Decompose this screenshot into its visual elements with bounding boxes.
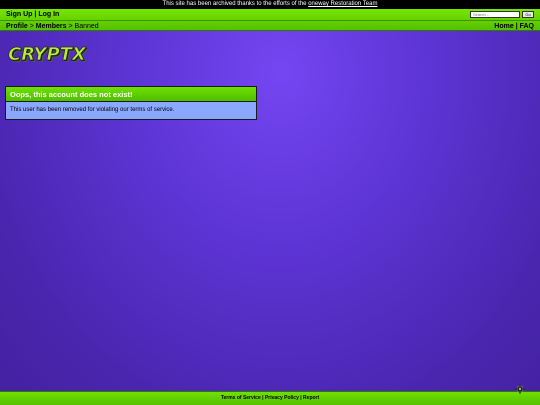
site-links: Home | FAQ xyxy=(494,21,534,32)
privacy-link[interactable]: Privacy Policy xyxy=(265,395,299,401)
separator: | xyxy=(262,395,264,401)
site-logo[interactable]: CRYPTX xyxy=(8,44,87,66)
gear-icon[interactable] xyxy=(515,384,525,394)
archive-notice-text: This site has been archived thanks to th… xyxy=(162,1,309,7)
footer: Terms of Service | Privacy Policy | Repo… xyxy=(0,391,540,405)
separator: | xyxy=(300,395,302,401)
account-links: Sign Up | Log In xyxy=(6,9,59,20)
separator: | xyxy=(34,11,37,18)
breadcrumb: Profile > Members > Banned xyxy=(6,21,99,32)
login-link[interactable]: Log In xyxy=(38,11,59,18)
error-panel: Oops, this account does not exist! This … xyxy=(5,86,257,120)
terms-link[interactable]: Terms of Service xyxy=(221,395,261,401)
search-button[interactable]: Go xyxy=(522,11,534,18)
breadcrumb-arrow: > xyxy=(29,23,34,30)
breadcrumb-arrow: > xyxy=(68,23,73,30)
archive-notice: This site has been archived thanks to th… xyxy=(0,0,540,9)
breadcrumb-profile[interactable]: Profile xyxy=(6,23,28,30)
faq-link[interactable]: FAQ xyxy=(520,23,534,30)
breadcrumb-current: Banned xyxy=(74,23,99,30)
error-message: This user has been removed for violating… xyxy=(6,102,256,119)
breadcrumb-row: Profile > Members > Banned Home | FAQ xyxy=(0,20,540,31)
home-link[interactable]: Home xyxy=(494,23,513,30)
account-row: Sign Up | Log In Go xyxy=(0,9,540,20)
separator: | xyxy=(515,23,518,30)
error-title: Oops, this account does not exist! xyxy=(6,87,256,102)
breadcrumb-members[interactable]: Members xyxy=(36,23,67,30)
restoration-team-link[interactable]: oneway Restoration Team xyxy=(308,1,377,7)
search-form: Go xyxy=(470,11,534,19)
report-link[interactable]: Report xyxy=(303,395,319,401)
signup-link[interactable]: Sign Up xyxy=(6,11,32,18)
top-navigation: Sign Up | Log In Go Profile > Members > … xyxy=(0,9,540,31)
search-input[interactable] xyxy=(470,11,520,18)
